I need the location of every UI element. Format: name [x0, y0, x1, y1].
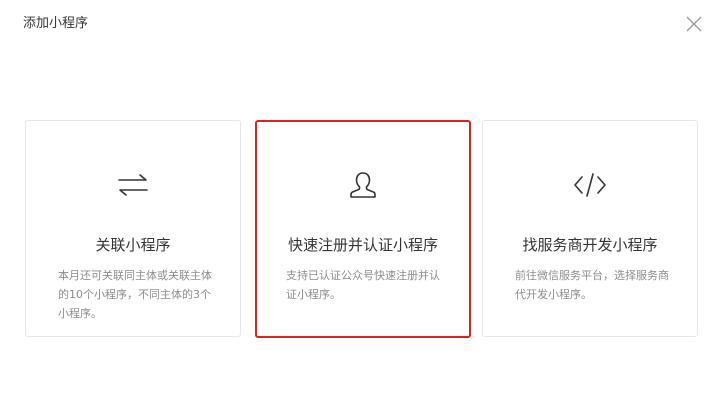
dialog-title: 添加小程序: [23, 16, 89, 31]
close-button[interactable]: [684, 14, 704, 34]
card-description: 支持已认证公众号快速注册并认证小程序。: [286, 269, 440, 301]
card-title: 找服务商开发小程序: [522, 236, 658, 254]
card-description: 前往微信服务平台，选择服务商代开发小程序。: [515, 269, 669, 301]
close-icon: [686, 16, 702, 32]
card-link-miniprogram[interactable]: 关联小程序 本月还可关联同主体或关联主体的10个小程序，不同主体的3个小程序。: [25, 120, 241, 337]
card-quick-register[interactable]: 快速注册并认证小程序 支持已认证公众号快速注册并认证小程序。: [255, 120, 471, 338]
card-description: 本月还可关联同主体或关联主体的10个小程序，不同主体的3个小程序。: [58, 269, 212, 320]
user-icon: [345, 168, 381, 202]
add-miniprogram-dialog: 添加小程序 关联小程序 本月还可关联同主体或关联主体的10个小程序，不同主体的3…: [0, 0, 720, 411]
card-title: 快速注册并认证小程序: [287, 236, 438, 254]
card-title: 关联小程序: [95, 236, 171, 254]
code-icon: [572, 168, 608, 202]
swap-arrows-icon: [115, 168, 151, 202]
card-find-service-provider[interactable]: 找服务商开发小程序 前往微信服务平台，选择服务商代开发小程序。: [482, 120, 698, 337]
